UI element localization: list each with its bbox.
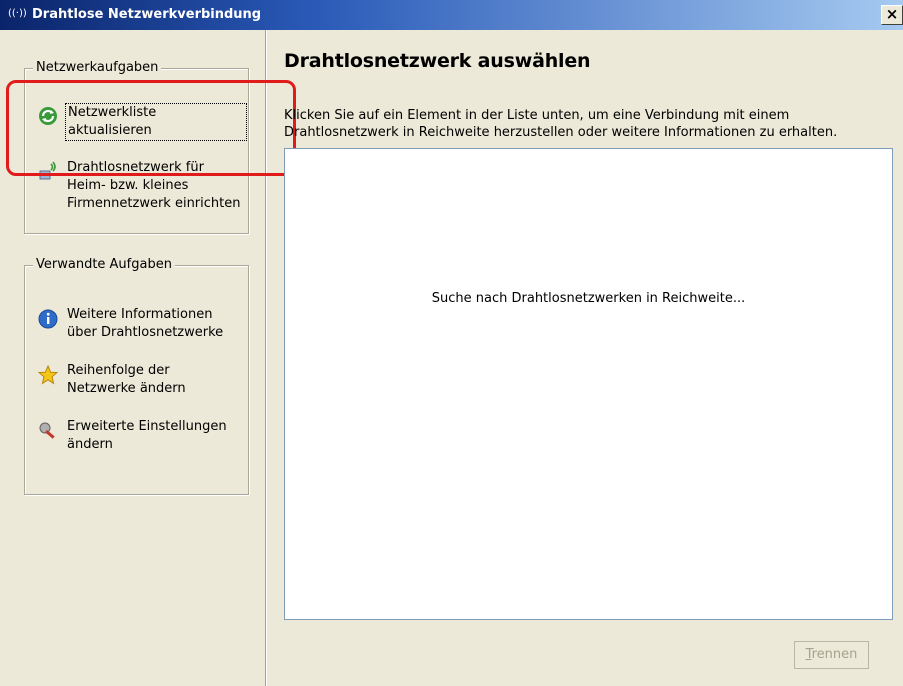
disconnect-button[interactable]: Trennen bbox=[794, 641, 869, 669]
instruction-line: Klicken Sie auf ein Element in der Liste… bbox=[284, 108, 790, 123]
sidebar: Netzwerkaufgaben Netzwerkliste aktualisi… bbox=[0, 30, 265, 686]
page-title: Drahtlosnetzwerk auswählen bbox=[284, 50, 591, 72]
label-line: Reihenfolge der bbox=[67, 363, 170, 378]
instruction-line: Drahtlosnetzwerk in Reichweite herzustel… bbox=[284, 125, 838, 140]
close-button[interactable]: × bbox=[881, 5, 903, 25]
star-icon bbox=[37, 364, 59, 385]
label-line: Firmennetzwerk einrichten bbox=[67, 196, 241, 211]
scan-status-text: Suche nach Drahtlosnetzwerken in Reichwe… bbox=[431, 291, 746, 306]
change-network-order-label: Reihenfolge der Netzwerke ändern bbox=[67, 362, 186, 398]
label-line: Drahtlosnetzwerk für bbox=[67, 160, 204, 175]
window-title: Drahtlose Netzwerkverbindung bbox=[32, 7, 262, 22]
refresh-icon bbox=[39, 107, 57, 125]
label-line: Weitere Informationen bbox=[67, 307, 213, 322]
info-icon bbox=[38, 309, 58, 329]
setup-wireless-network-label: Drahtlosnetzwerk für Heim- bzw. kleines … bbox=[67, 159, 240, 213]
advanced-settings-task[interactable]: Erweiterte Einstellungen ändern bbox=[35, 418, 247, 458]
wireless-setup-icon bbox=[39, 161, 56, 180]
more-info-label: Weitere Informationen über Drahtlosnetzw… bbox=[67, 306, 223, 342]
refresh-network-list-task[interactable]: Netzwerkliste aktualisieren bbox=[35, 103, 247, 141]
label-line: Netzwerke ändern bbox=[67, 381, 186, 396]
label-line: Heim- bzw. kleines bbox=[67, 178, 189, 193]
network-tasks-legend: Netzwerkaufgaben bbox=[33, 60, 162, 75]
sidebar-divider bbox=[265, 30, 267, 686]
instruction-text: Klicken Sie auf ein Element in der Liste… bbox=[284, 107, 894, 141]
setup-wireless-network-task[interactable]: Drahtlosnetzwerk für Heim- bzw. kleines … bbox=[35, 159, 247, 219]
related-tasks-group: Verwandte Aufgaben Weitere Informationen… bbox=[24, 257, 249, 495]
advanced-settings-label: Erweiterte Einstellungen ändern bbox=[67, 418, 227, 454]
change-network-order-task[interactable]: Reihenfolge der Netzwerke ändern bbox=[35, 362, 247, 402]
related-tasks-legend: Verwandte Aufgaben bbox=[33, 257, 175, 272]
title-bar[interactable]: ((·)) Drahtlose Netzwerkverbindung × bbox=[0, 0, 903, 30]
more-info-task[interactable]: Weitere Informationen über Drahtlosnetzw… bbox=[35, 306, 247, 346]
label-line: Erweiterte Einstellungen bbox=[67, 419, 227, 434]
refresh-network-list-label: Netzwerkliste aktualisieren bbox=[65, 103, 247, 141]
network-tasks-group: Netzwerkaufgaben Netzwerkliste aktualisi… bbox=[24, 60, 249, 234]
label-line: über Drahtlosnetzwerke bbox=[67, 325, 224, 340]
button-label-rest: rennen bbox=[811, 647, 858, 662]
settings-wrench-icon bbox=[39, 422, 55, 439]
label-line: ändern bbox=[67, 437, 113, 452]
wireless-antenna-icon: ((·)) bbox=[8, 8, 27, 19]
wireless-network-list[interactable]: Suche nach Drahtlosnetzwerken in Reichwe… bbox=[284, 148, 893, 620]
wireless-connection-window: ((·)) Drahtlose Netzwerkverbindung × Net… bbox=[0, 0, 903, 686]
